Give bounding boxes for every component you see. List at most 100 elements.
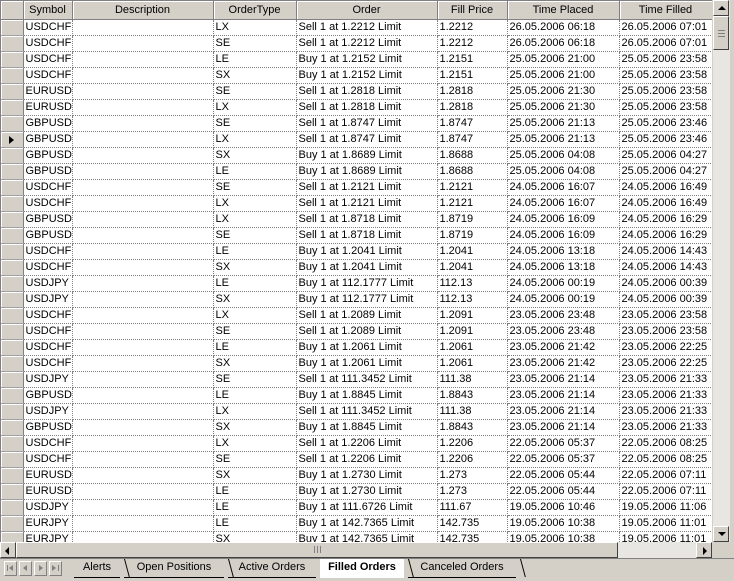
- cell-order[interactable]: Buy 1 at 142.7365 Limit: [296, 531, 438, 542]
- cell-order[interactable]: Buy 1 at 1.8689 Limit: [296, 163, 438, 180]
- row-selector[interactable]: [1, 435, 24, 452]
- cell-time-placed[interactable]: 23.05.2006 21:14: [507, 387, 620, 404]
- cell-time-filled[interactable]: 22.05.2006 08:25: [619, 435, 712, 452]
- row-selector[interactable]: [1, 227, 24, 244]
- cell-symbol[interactable]: USDCHF: [23, 19, 73, 36]
- cell-time-filled[interactable]: 25.05.2006 23:46: [619, 115, 712, 132]
- row-selector[interactable]: [1, 403, 24, 420]
- table-row[interactable]: EURUSD LX Sell 1 at 1.2818 Limit 1.2818 25.0…: [1, 99, 712, 116]
- cell-ordertype[interactable]: LE: [213, 243, 297, 260]
- table-row[interactable]: USDCHF SE Sell 1 at 1.2089 Limit 1.2091 23.0…: [1, 323, 712, 340]
- cell-symbol[interactable]: USDJPY: [23, 403, 73, 420]
- cell-description[interactable]: [72, 67, 214, 84]
- cell-time-placed[interactable]: 23.05.2006 21:42: [507, 339, 620, 356]
- row-selector[interactable]: [1, 211, 24, 228]
- cell-order[interactable]: Buy 1 at 112.1777 Limit: [296, 275, 438, 292]
- cell-fill-price[interactable]: 1.2091: [437, 323, 508, 340]
- table-row[interactable]: GBPUSD LX Sell 1 at 1.8718 Limit 1.8719 24.0…: [1, 211, 712, 228]
- cell-order[interactable]: Buy 1 at 1.8689 Limit: [296, 147, 438, 164]
- row-selector[interactable]: [1, 115, 24, 132]
- row-selector[interactable]: [1, 179, 24, 196]
- row-selector[interactable]: [1, 51, 24, 68]
- cell-symbol[interactable]: EURUSD: [23, 467, 73, 484]
- table-row[interactable]: USDJPY SE Sell 1 at 111.3452 Limit 111.38 23…: [1, 371, 712, 388]
- cell-time-filled[interactable]: 25.05.2006 23:46: [619, 131, 712, 148]
- table-row[interactable]: GBPUSD SX Buy 1 at 1.8845 Limit 1.8843 23.05…: [1, 419, 712, 436]
- cell-symbol[interactable]: GBPUSD: [23, 115, 73, 132]
- row-selector[interactable]: [1, 355, 24, 372]
- cell-fill-price[interactable]: 1.8747: [437, 131, 508, 148]
- cell-ordertype[interactable]: LE: [213, 51, 297, 68]
- table-row[interactable]: USDCHF SE Sell 1 at 1.2206 Limit 1.2206 22.0…: [1, 451, 712, 468]
- last-tab-button[interactable]: [49, 561, 62, 576]
- cell-ordertype[interactable]: LE: [213, 275, 297, 292]
- cell-description[interactable]: [72, 339, 214, 356]
- cell-symbol[interactable]: USDJPY: [23, 291, 73, 308]
- cell-ordertype[interactable]: SX: [213, 147, 297, 164]
- cell-order[interactable]: Buy 1 at 112.1777 Limit: [296, 291, 438, 308]
- table-row[interactable]: USDCHF LE Buy 1 at 1.2041 Limit 1.2041 24.05…: [1, 243, 712, 260]
- cell-time-placed[interactable]: 23.05.2006 21:14: [507, 403, 620, 420]
- cell-symbol[interactable]: USDCHF: [23, 435, 73, 452]
- row-selector[interactable]: [1, 275, 24, 292]
- cell-description[interactable]: [72, 131, 214, 148]
- column-header-order[interactable]: Order: [296, 1, 438, 20]
- cell-ordertype[interactable]: SX: [213, 419, 297, 436]
- cell-order[interactable]: Sell 1 at 1.2089 Limit: [296, 307, 438, 324]
- column-header-symbol[interactable]: Symbol: [23, 1, 73, 20]
- cell-symbol[interactable]: USDCHF: [23, 451, 73, 468]
- cell-ordertype[interactable]: LX: [213, 435, 297, 452]
- cell-time-filled[interactable]: 24.05.2006 00:39: [619, 275, 712, 292]
- row-selector[interactable]: [1, 259, 24, 276]
- cell-time-placed[interactable]: 23.05.2006 23:48: [507, 307, 620, 324]
- cell-fill-price[interactable]: 1.2151: [437, 67, 508, 84]
- cell-symbol[interactable]: GBPUSD: [23, 419, 73, 436]
- next-tab-button[interactable]: [34, 561, 47, 576]
- cell-fill-price[interactable]: 1.273: [437, 467, 508, 484]
- row-selector[interactable]: [1, 67, 24, 84]
- cell-order[interactable]: Sell 1 at 1.2206 Limit: [296, 451, 438, 468]
- cell-order[interactable]: Buy 1 at 1.8845 Limit: [296, 387, 438, 404]
- cell-symbol[interactable]: USDJPY: [23, 275, 73, 292]
- cell-order[interactable]: Buy 1 at 1.2152 Limit: [296, 67, 438, 84]
- table-row[interactable]: USDJPY LE Buy 1 at 112.1777 Limit 112.13 24.…: [1, 275, 712, 292]
- table-row[interactable]: USDJPY SX Buy 1 at 112.1777 Limit 112.13 24.…: [1, 291, 712, 308]
- cell-order[interactable]: Buy 1 at 142.7365 Limit: [296, 515, 438, 532]
- cell-ordertype[interactable]: SX: [213, 355, 297, 372]
- cell-description[interactable]: [72, 211, 214, 228]
- cell-time-placed[interactable]: 19.05.2006 10:46: [507, 499, 620, 516]
- cell-ordertype[interactable]: LE: [213, 339, 297, 356]
- cell-symbol[interactable]: GBPUSD: [23, 163, 73, 180]
- cell-symbol[interactable]: EURUSD: [23, 83, 73, 100]
- cell-fill-price[interactable]: 1.2041: [437, 259, 508, 276]
- cell-time-placed[interactable]: 22.05.2006 05:37: [507, 451, 620, 468]
- cell-time-placed[interactable]: 25.05.2006 21:13: [507, 115, 620, 132]
- cell-time-placed[interactable]: 25.05.2006 21:13: [507, 131, 620, 148]
- cell-ordertype[interactable]: SE: [213, 227, 297, 244]
- cell-fill-price[interactable]: 1.2206: [437, 451, 508, 468]
- table-row[interactable]: USDJPY LE Buy 1 at 111.6726 Limit 111.67 19.…: [1, 499, 712, 516]
- tab-active-orders[interactable]: Active Orders: [228, 559, 326, 578]
- cell-time-placed[interactable]: 24.05.2006 13:18: [507, 243, 620, 260]
- cell-time-placed[interactable]: 22.05.2006 05:44: [507, 483, 620, 500]
- table-row[interactable]: USDCHF SE Sell 1 at 1.2121 Limit 1.2121 24.0…: [1, 179, 712, 196]
- cell-order[interactable]: Sell 1 at 111.3452 Limit: [296, 403, 438, 420]
- cell-time-placed[interactable]: 24.05.2006 00:19: [507, 291, 620, 308]
- table-row[interactable]: GBPUSD SX Buy 1 at 1.8689 Limit 1.8688 25.05…: [1, 147, 712, 164]
- cell-time-filled[interactable]: 25.05.2006 23:58: [619, 99, 712, 116]
- cell-order[interactable]: Sell 1 at 1.8718 Limit: [296, 227, 438, 244]
- cell-time-placed[interactable]: 23.05.2006 21:42: [507, 355, 620, 372]
- scroll-right-button[interactable]: [696, 542, 712, 558]
- cell-time-placed[interactable]: 24.05.2006 13:18: [507, 259, 620, 276]
- table-row[interactable]: USDCHF LX Sell 1 at 1.2212 Limit 1.2212 26.0…: [1, 19, 712, 36]
- cell-ordertype[interactable]: LE: [213, 483, 297, 500]
- cell-symbol[interactable]: EURUSD: [23, 99, 73, 116]
- cell-description[interactable]: [72, 19, 214, 36]
- table-row[interactable]: USDCHF SX Buy 1 at 1.2041 Limit 1.2041 24.05…: [1, 259, 712, 276]
- cell-ordertype[interactable]: SE: [213, 451, 297, 468]
- cell-fill-price[interactable]: 1.2121: [437, 195, 508, 212]
- vertical-scroll-thumb[interactable]: [713, 16, 729, 50]
- cell-fill-price[interactable]: 1.8688: [437, 163, 508, 180]
- filled-orders-grid[interactable]: Symbol Description OrderType Order Fill …: [0, 0, 712, 542]
- cell-order[interactable]: Sell 1 at 1.2121 Limit: [296, 179, 438, 196]
